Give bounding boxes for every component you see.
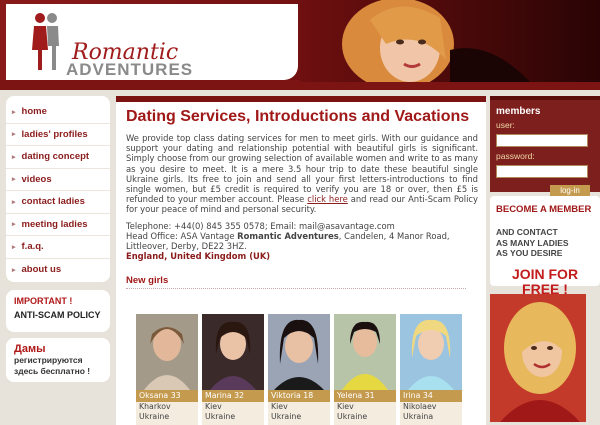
intro-text: We provide top class dating services for… [126, 133, 478, 215]
become-line1: AND CONTACT [496, 227, 558, 237]
become-line3: AS YOU DESIRE [496, 248, 563, 258]
become-line2: AS MANY LADIES [496, 237, 569, 248]
nav-home[interactable]: ▸ home [6, 101, 110, 124]
logo[interactable]: Romantic ADVENTURES [6, 4, 298, 80]
become-title: BECOME A MEMBER [496, 204, 592, 215]
header-woman-photo [300, 0, 600, 82]
girl-card[interactable]: Marina 32 Kiev Ukraine [202, 314, 264, 425]
password-label: password: [496, 151, 535, 161]
girl-card[interactable]: Irina 34 Nikolaev Ukraina [400, 314, 462, 425]
click-here-link[interactable]: click here [307, 194, 348, 204]
nav-label: about us [21, 264, 62, 276]
anti-scam-box[interactable]: IMPORTANT ! ANTI-SCAM POLICY [6, 290, 110, 332]
ladies-register-title: Дамы [14, 343, 46, 355]
arrow-icon: ▸ [12, 266, 16, 274]
ladies-register-line2: здесь бесплатно ! [14, 366, 91, 376]
right-sidebar: members user: password: log-in BECOME A … [490, 96, 600, 422]
join-line1: JOIN FOR [511, 265, 579, 282]
promo-woman-photo[interactable] [490, 294, 586, 422]
girl-card[interactable]: Oksana 33 Kharkov Ukraine [136, 314, 198, 425]
arrow-icon: ▸ [12, 108, 16, 116]
nav-label: meeting ladies [21, 218, 88, 230]
girl-name[interactable]: Yelena 31 [334, 390, 396, 402]
anti-scam-link[interactable]: ANTI-SCAM POLICY [14, 310, 102, 320]
nav-label: videos [21, 173, 52, 185]
nav-ladies-profiles[interactable]: ▸ ladies' profiles [6, 124, 110, 146]
user-input[interactable] [496, 134, 588, 147]
nav-contact-ladies[interactable]: ▸ contact ladies [6, 191, 110, 214]
phone-email-line: Telephone: +44(0) 845 355 0578; Email: m… [126, 220, 395, 231]
nav-faq[interactable]: ▸ f.a.q. [6, 236, 110, 259]
girl-photo[interactable] [136, 314, 198, 390]
girl-country: Ukraine [271, 412, 302, 421]
important-title: IMPORTANT ! [14, 296, 73, 306]
new-girls-list: Oksana 33 Kharkov Ukraine Marina 32 Kiev… [136, 314, 462, 425]
nav-label: home [21, 106, 47, 118]
nav-label: ladies' profiles [21, 128, 88, 140]
girl-city: Kharkov [139, 402, 171, 411]
girl-name[interactable]: Oksana 33 [136, 390, 198, 402]
girl-name[interactable]: Viktoria 18 [268, 390, 330, 402]
nav-label: dating concept [21, 151, 90, 163]
office-prefix: Head Office: ASA Vantage [126, 230, 238, 241]
password-input[interactable] [496, 165, 588, 178]
arrow-icon: ▸ [12, 131, 16, 139]
girl-card[interactable]: Viktoria 18 Kiev Ukraine [268, 314, 330, 425]
ladies-register-box[interactable]: Дамы регистрируются здесь бесплатно ! [6, 338, 110, 382]
arrow-icon: ▸ [12, 176, 16, 184]
logo-adventures: ADVENTURES [66, 60, 194, 79]
girl-photo[interactable] [334, 314, 396, 390]
girl-city: Kiev [205, 402, 222, 411]
girl-photo[interactable] [400, 314, 462, 390]
nav-about-us[interactable]: ▸ about us [6, 259, 110, 282]
join-free-link[interactable]: JOIN FOR FREE ! [496, 265, 594, 297]
arrow-icon: ▸ [12, 198, 16, 206]
nav-meeting-ladies[interactable]: ▸ meeting ladies [6, 214, 110, 236]
user-label: user: [496, 120, 515, 130]
arrow-icon: ▸ [12, 153, 16, 161]
nav-dating-concept[interactable]: ▸ dating concept [6, 146, 110, 169]
main-nav: ▸ home ▸ ladies' profiles ▸ dating concept … [6, 96, 110, 282]
girl-photo[interactable] [268, 314, 330, 390]
girl-name[interactable]: Marina 32 [202, 390, 264, 402]
girl-card[interactable]: Yelena 31 Kiev Ukraine [334, 314, 396, 425]
country-line: England, United Kingdom (UK) [126, 251, 271, 262]
contact-info: Telephone: +44(0) 845 355 0578; Email: m… [126, 221, 478, 262]
office-line: Head Office: ASA Vantage Romantic Advent… [126, 231, 478, 251]
page-title: Dating Services, Introductions and Vacat… [126, 108, 470, 125]
become-text: AND CONTACT AS MANY LADIES AS YOU DESIRE [496, 227, 594, 259]
company-name: Romantic Adventures [237, 230, 339, 241]
girl-city: Nikolaev [403, 402, 437, 411]
arrow-icon: ▸ [12, 243, 16, 251]
members-login: members user: password: log-in [490, 96, 600, 197]
girl-photo[interactable] [202, 314, 264, 390]
girl-name[interactable]: Irina 34 [400, 390, 462, 402]
new-girls-heading: New girls [126, 275, 466, 290]
couple-logo-icon [32, 13, 59, 70]
left-sidebar: ▸ home ▸ ladies' profiles ▸ dating concept … [6, 96, 110, 382]
nav-videos[interactable]: ▸ videos [6, 169, 110, 191]
nav-label: f.a.q. [21, 241, 44, 253]
nav-label: contact ladies [21, 196, 85, 208]
ladies-register-line1: регистрируются [14, 355, 83, 365]
arrow-icon: ▸ [12, 221, 16, 229]
become-member-box[interactable]: BECOME A MEMBER AND CONTACT AS MANY LADI… [490, 196, 600, 296]
members-title: members [496, 106, 541, 117]
girl-country: Ukraine [337, 412, 368, 421]
main-content: Dating Services, Introductions and Vacat… [116, 96, 486, 425]
girl-city: Kiev [337, 402, 354, 411]
site-header: Romantic ADVENTURES [0, 0, 600, 90]
girl-country: Ukraina [403, 412, 434, 421]
girl-country: Ukraine [205, 412, 236, 421]
girl-city: Kiev [271, 402, 288, 411]
girl-country: Ukraine [139, 412, 170, 421]
